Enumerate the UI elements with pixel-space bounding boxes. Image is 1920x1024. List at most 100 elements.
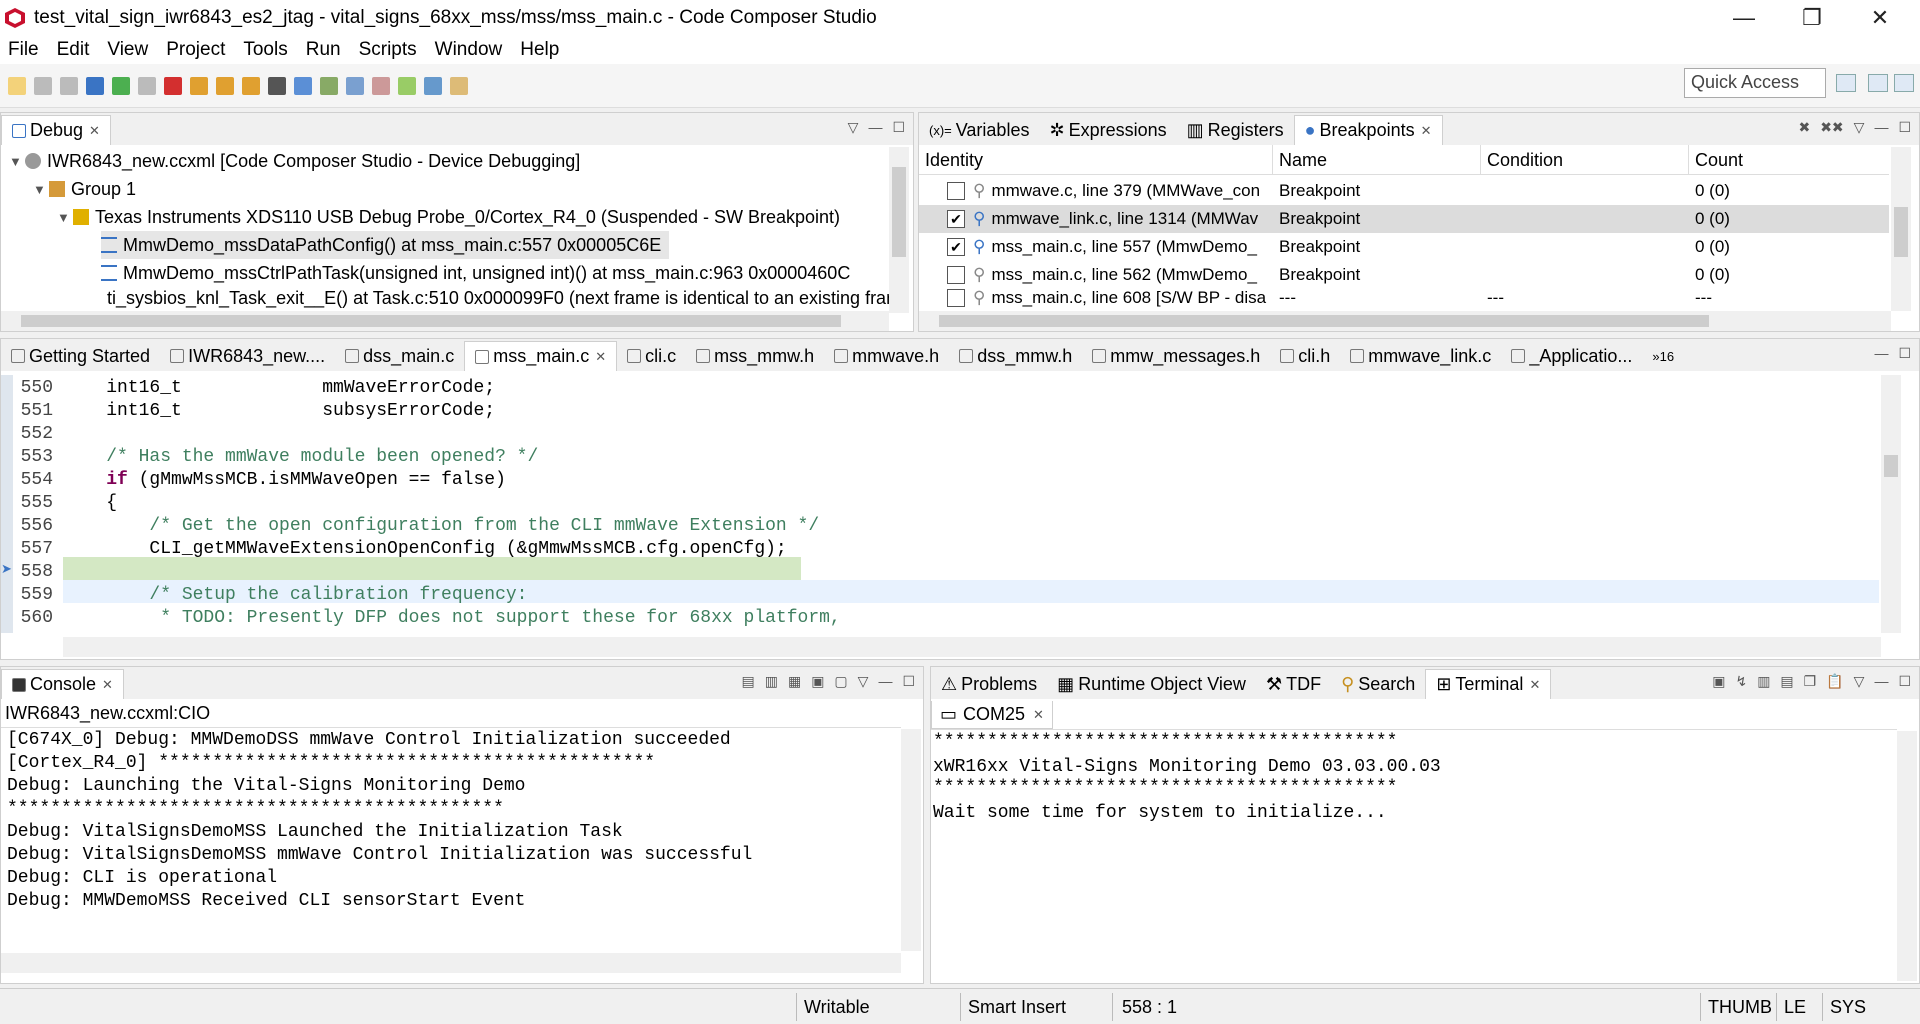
terminal-vscrollbar[interactable] bbox=[1897, 731, 1917, 981]
code-line[interactable]: 550 int16_t mmWaveErrorCode; bbox=[1, 377, 1879, 400]
code-line[interactable]: 555 { bbox=[1, 492, 1879, 515]
save-all-icon[interactable] bbox=[60, 76, 78, 95]
clear-icon[interactable]: ▤ bbox=[1780, 673, 1793, 690]
minimize-button[interactable]: — bbox=[1710, 0, 1778, 36]
col-identity[interactable]: Identity bbox=[919, 145, 1273, 174]
code-line[interactable]: 560 * TODO: Presently DFP does not suppo… bbox=[1, 607, 1879, 630]
maximize-view-icon[interactable]: ☐ bbox=[902, 673, 915, 690]
tree-row-group[interactable]: ▼ Group 1 bbox=[33, 175, 136, 203]
tab-application[interactable]: _Applicatio... bbox=[1501, 341, 1642, 371]
close-icon[interactable]: ✕ bbox=[102, 677, 113, 693]
view-menu-icon[interactable]: ▽ bbox=[1854, 673, 1865, 690]
tab-mmwave-link-c[interactable]: mmwave_link.c bbox=[1340, 341, 1501, 371]
col-name[interactable]: Name bbox=[1273, 145, 1481, 174]
maximize-view-icon[interactable]: ☐ bbox=[1898, 119, 1911, 136]
tab-problems[interactable]: ⚠ Problems bbox=[931, 669, 1047, 699]
enable-checkbox[interactable] bbox=[947, 182, 965, 200]
code-line[interactable]: 556 /* Get the open configuration from t… bbox=[1, 515, 1879, 538]
tree-row-core[interactable]: ▼ Texas Instruments XDS110 USB Debug Prob… bbox=[57, 203, 840, 231]
display-console-icon[interactable]: ▣ bbox=[811, 673, 824, 690]
menu-run[interactable]: Run bbox=[306, 39, 341, 61]
menu-view[interactable]: View bbox=[107, 39, 148, 61]
tab-variables[interactable]: (x)= Variables bbox=[919, 115, 1039, 145]
enable-checkbox[interactable]: ✔ bbox=[947, 238, 965, 256]
menu-edit[interactable]: Edit bbox=[57, 39, 90, 61]
stack-frame-row[interactable]: ti_sysbios_knl_Task_exit__E() at Task.c:… bbox=[101, 287, 891, 309]
memory-icon[interactable] bbox=[268, 76, 286, 95]
menu-scripts[interactable]: Scripts bbox=[359, 39, 417, 61]
build-icon[interactable] bbox=[398, 76, 416, 95]
resume-icon[interactable] bbox=[112, 76, 130, 95]
tab-mmwave-h[interactable]: mmwave.h bbox=[824, 341, 949, 371]
tab-search[interactable]: ⚲ Search bbox=[1331, 669, 1425, 699]
debug-vscrollbar[interactable] bbox=[889, 147, 909, 313]
quick-access-input[interactable]: Quick Access bbox=[1684, 68, 1826, 98]
tab-mmw-messages-h[interactable]: mmw_messages.h bbox=[1082, 341, 1270, 371]
tab-com25[interactable]: ▭ COM25 ✕ bbox=[931, 701, 1053, 729]
pin-console-icon[interactable]: ▦ bbox=[788, 673, 801, 690]
maximize-view-icon[interactable]: ☐ bbox=[892, 119, 905, 136]
tab-cli-h[interactable]: cli.h bbox=[1270, 341, 1340, 371]
debug-hscrollbar[interactable] bbox=[1, 311, 889, 331]
step-into-icon[interactable] bbox=[190, 76, 208, 95]
col-count[interactable]: Count bbox=[1689, 145, 1889, 174]
breakpoints-hscrollbar[interactable] bbox=[919, 311, 1891, 331]
code-line[interactable]: 558 bbox=[1, 561, 1879, 584]
tab-terminal[interactable]: ⊞ Terminal ✕ bbox=[1425, 669, 1552, 699]
minimize-view-icon[interactable]: — bbox=[1874, 673, 1888, 690]
tree-row-ccxml[interactable]: ▼ IWR6843_new.ccxml [Code Composer Studio… bbox=[9, 147, 580, 175]
code-line[interactable]: 553 /* Has the mmWave module been opened… bbox=[1, 446, 1879, 469]
minimize-view-icon[interactable]: — bbox=[868, 119, 882, 136]
enable-checkbox[interactable] bbox=[947, 266, 965, 284]
minimize-view-icon[interactable]: — bbox=[1874, 345, 1888, 362]
perspective-ccs-edit-icon[interactable] bbox=[1836, 74, 1856, 92]
clear-console-icon[interactable]: ▤ bbox=[741, 673, 754, 690]
close-icon[interactable]: ✕ bbox=[1033, 707, 1044, 723]
code-line[interactable]: 551 int16_t subsysErrorCode; bbox=[1, 400, 1879, 423]
breakpoint-icon[interactable] bbox=[320, 76, 338, 95]
maximize-view-icon[interactable]: ☐ bbox=[1898, 345, 1911, 362]
tab-iwr6843[interactable]: IWR6843_new.... bbox=[160, 341, 335, 371]
more-tabs-button[interactable]: »16 bbox=[1642, 341, 1684, 371]
run-to-icon[interactable] bbox=[346, 76, 364, 95]
code-line[interactable]: 552 bbox=[1, 423, 1879, 446]
menu-tools[interactable]: Tools bbox=[243, 39, 287, 61]
view-menu-icon[interactable]: ▽ bbox=[858, 673, 869, 690]
maximize-view-icon[interactable]: ☐ bbox=[1898, 673, 1911, 690]
breakpoints-vscrollbar[interactable] bbox=[1891, 147, 1911, 311]
console-hscrollbar[interactable] bbox=[1, 953, 901, 973]
copy-icon[interactable]: ❐ bbox=[1804, 673, 1817, 690]
disconnect-icon[interactable]: ↯ bbox=[1735, 673, 1747, 690]
new-icon[interactable] bbox=[8, 76, 26, 95]
table-row[interactable]: ⚲ mss_main.c, line 608 [S/W BP - disa ---… bbox=[919, 289, 1889, 307]
scroll-lock-icon[interactable]: ▥ bbox=[1757, 673, 1770, 690]
tab-console[interactable]: Console ✕ bbox=[1, 669, 124, 699]
tab-registers[interactable]: ▥ Registers bbox=[1177, 115, 1294, 145]
tab-dss-mmw-h[interactable]: dss_mmw.h bbox=[949, 341, 1082, 371]
code-line[interactable]: 554 if (gMmwMssMCB.isMMWaveOpen == false… bbox=[1, 469, 1879, 492]
code-line[interactable]: 557 CLI_getMMWaveExtensionOpenConfig (&g… bbox=[1, 538, 1879, 561]
minimize-view-icon[interactable]: — bbox=[878, 673, 892, 690]
remove-breakpoint-icon[interactable]: ✖ bbox=[1798, 119, 1810, 136]
step-return-icon[interactable] bbox=[242, 76, 260, 95]
code-line[interactable]: 559 /* Setup the calibration frequency: bbox=[1, 584, 1879, 607]
view-menu-icon[interactable]: ▽ bbox=[848, 119, 859, 136]
table-row[interactable]: ⚲ mss_main.c, line 562 (MmwDemo_ Breakpoi… bbox=[919, 261, 1889, 289]
debug-icon[interactable] bbox=[86, 76, 104, 95]
scroll-lock-icon[interactable]: ▥ bbox=[765, 673, 778, 690]
close-icon[interactable]: ✕ bbox=[1529, 677, 1540, 693]
enable-checkbox[interactable]: ✔ bbox=[947, 210, 965, 228]
enable-checkbox[interactable] bbox=[947, 289, 965, 307]
minimize-view-icon[interactable]: — bbox=[1874, 119, 1888, 136]
perspective-debug-icon[interactable] bbox=[1868, 74, 1888, 92]
close-button[interactable]: ✕ bbox=[1846, 0, 1914, 36]
search-icon[interactable] bbox=[424, 76, 442, 95]
table-row[interactable]: ✔ ⚲ mmwave_link.c, line 1314 (MMWav Breakp… bbox=[919, 205, 1889, 233]
pin-icon[interactable] bbox=[450, 76, 468, 95]
tab-getting-started[interactable]: Getting Started bbox=[1, 341, 160, 371]
view-menu-icon[interactable]: ▽ bbox=[1854, 119, 1865, 136]
table-row[interactable]: ✔ ⚲ mss_main.c, line 557 (MmwDemo_ Breakpo… bbox=[919, 233, 1889, 261]
open-console-icon[interactable]: ▢ bbox=[834, 673, 847, 690]
tab-breakpoints[interactable]: ● Breakpoints ✕ bbox=[1293, 115, 1443, 145]
menu-file[interactable]: File bbox=[8, 39, 39, 61]
